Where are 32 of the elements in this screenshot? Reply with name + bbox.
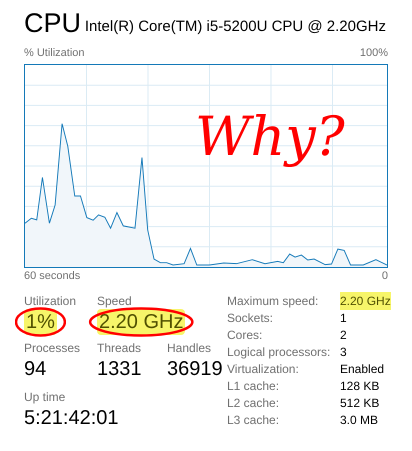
graph-label: % Utilization bbox=[24, 46, 85, 61]
uptime-label: Up time bbox=[24, 390, 66, 405]
detail-label: Cores: bbox=[227, 326, 264, 344]
detail-label: Maximum speed: bbox=[227, 292, 320, 310]
detail-value: 3 bbox=[340, 344, 347, 360]
time-span-label: 60 seconds bbox=[24, 268, 80, 284]
stat-value: 36919 bbox=[167, 357, 223, 382]
stat-label: Processes bbox=[24, 341, 82, 356]
stat-label: Handles bbox=[167, 341, 212, 356]
stat-label: Utilization bbox=[24, 294, 78, 309]
detail-label: L2 cache: bbox=[227, 394, 280, 412]
stat-value: 94 bbox=[24, 357, 46, 382]
detail-value: 128 KB bbox=[340, 378, 380, 394]
detail-value: 2.20 GHz bbox=[340, 292, 391, 310]
detail-value: 3.0 MB bbox=[340, 412, 378, 428]
processor-name: Intel(R) Core(TM) i5-5200U CPU @ 2.20GHz bbox=[84, 17, 386, 37]
detail-value: Enabled bbox=[340, 360, 384, 378]
uptime-value: 5:21:42:01 bbox=[24, 406, 120, 431]
graph-end-label: 0 bbox=[382, 268, 388, 284]
stat-value: 1331 bbox=[97, 357, 142, 382]
detail-value: 512 KB bbox=[340, 394, 380, 412]
detail-label: L3 cache: bbox=[227, 412, 280, 428]
detail-label: Virtualization: bbox=[227, 360, 300, 378]
detail-label: Logical processors: bbox=[227, 344, 332, 360]
stat-label: Speed bbox=[97, 294, 133, 309]
detail-value: 2 bbox=[340, 326, 347, 344]
detail-label: Sockets: bbox=[227, 310, 274, 326]
page-title: CPU bbox=[24, 7, 82, 40]
detail-value: 1 bbox=[340, 310, 347, 326]
stat-label: Threads bbox=[97, 341, 142, 356]
detail-label: L1 cache: bbox=[227, 378, 280, 394]
graph-max-label: 100% bbox=[360, 46, 388, 61]
